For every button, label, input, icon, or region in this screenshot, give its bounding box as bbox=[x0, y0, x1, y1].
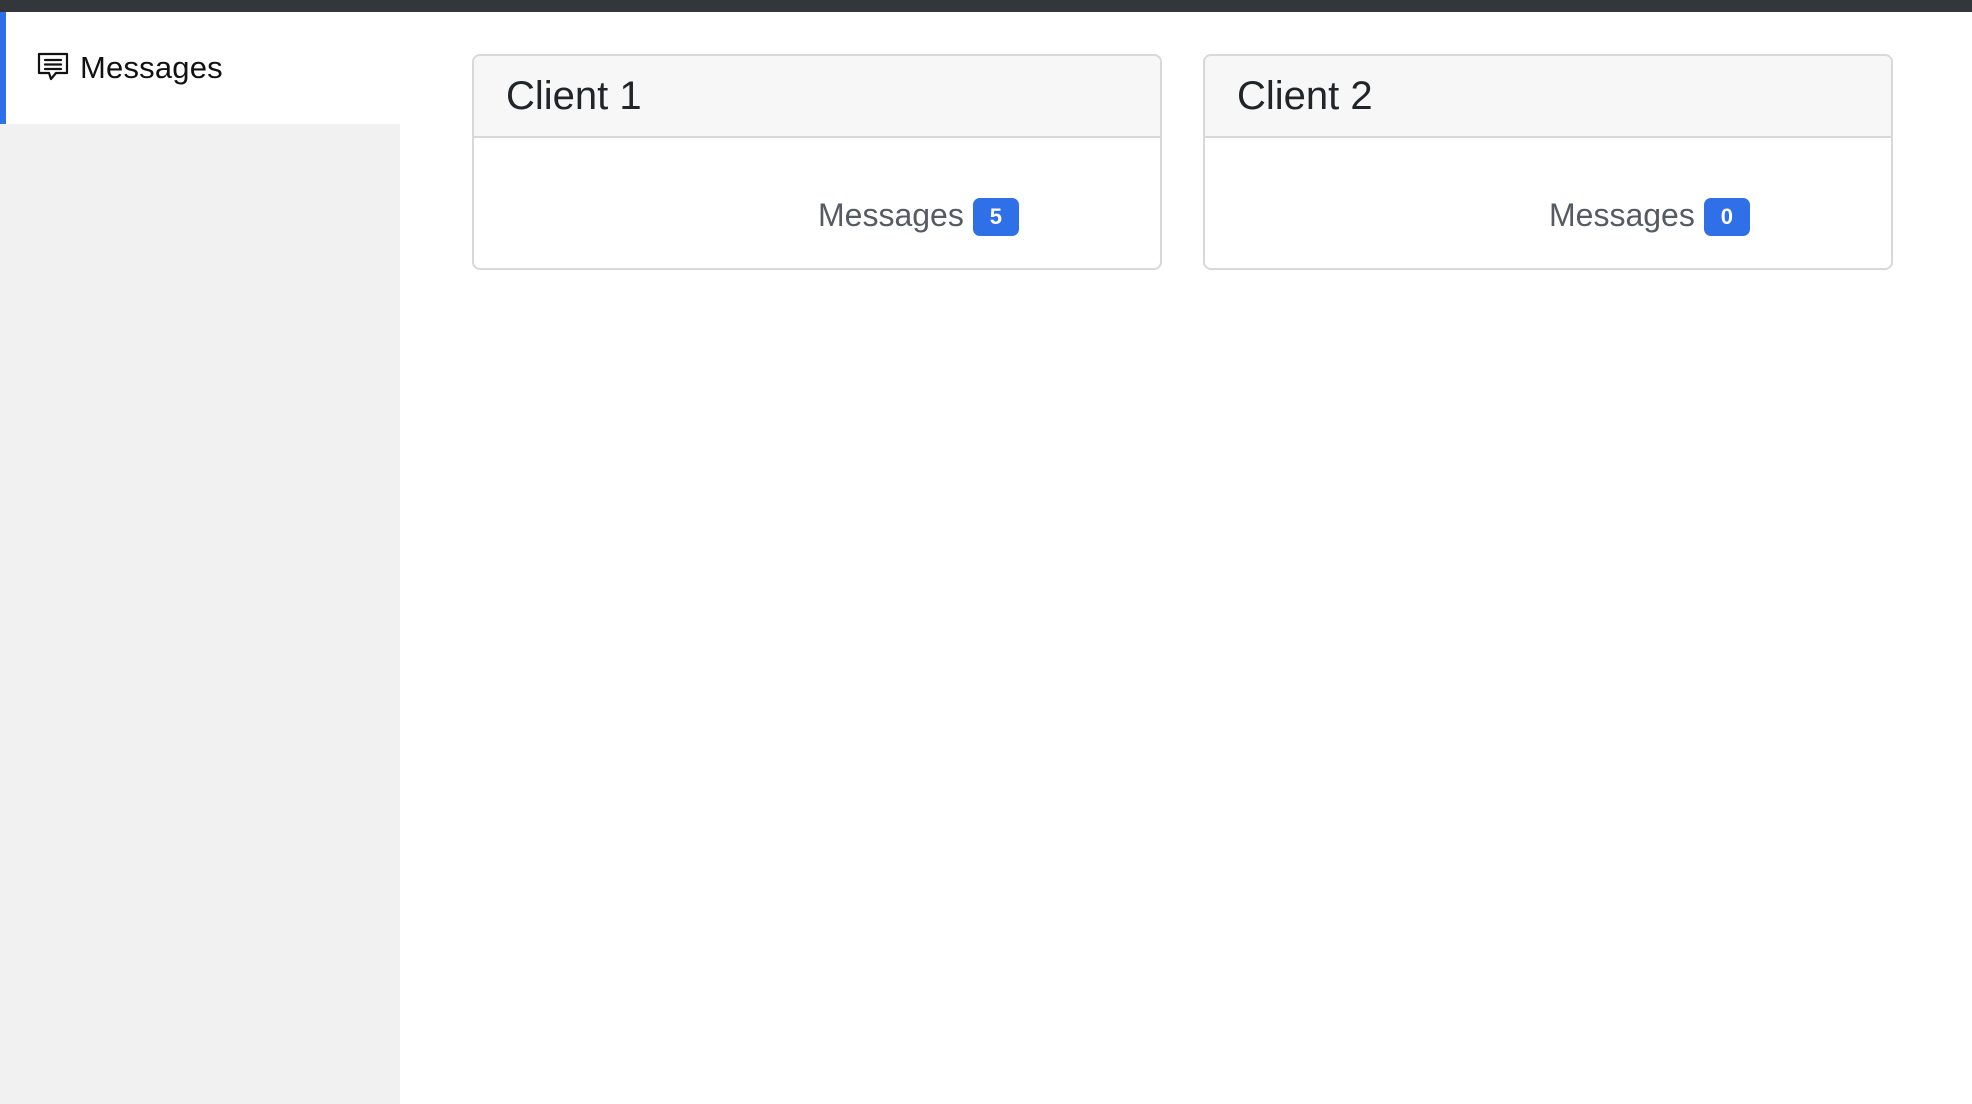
client-card: Client 1 Messages 5 bbox=[472, 54, 1162, 270]
client-card: Client 2 Messages 0 bbox=[1203, 54, 1893, 270]
card-header: Client 2 bbox=[1205, 56, 1891, 138]
sidebar-item-label: Messages bbox=[80, 50, 223, 85]
card-header: Client 1 bbox=[474, 56, 1160, 138]
card-title: Client 2 bbox=[1237, 73, 1373, 118]
messages-label: Messages bbox=[818, 196, 964, 233]
messages-link[interactable]: Messages 5 bbox=[818, 194, 1019, 236]
messages-label: Messages bbox=[1549, 196, 1695, 233]
card-body: Messages 0 bbox=[1205, 138, 1891, 268]
main-content: Client 1 Messages 5 Client 2 Messages 0 bbox=[400, 12, 1972, 1104]
card-body: Messages 5 bbox=[474, 138, 1160, 268]
top-bar bbox=[0, 0, 1972, 12]
messages-link[interactable]: Messages 0 bbox=[1549, 194, 1750, 236]
chat-message-icon bbox=[36, 50, 70, 84]
sidebar-item-messages[interactable]: Messages bbox=[0, 12, 400, 124]
card-title: Client 1 bbox=[506, 73, 642, 118]
message-count-badge: 0 bbox=[1703, 198, 1750, 236]
sidebar: Messages bbox=[0, 12, 400, 1104]
message-count-badge: 5 bbox=[972, 198, 1019, 236]
